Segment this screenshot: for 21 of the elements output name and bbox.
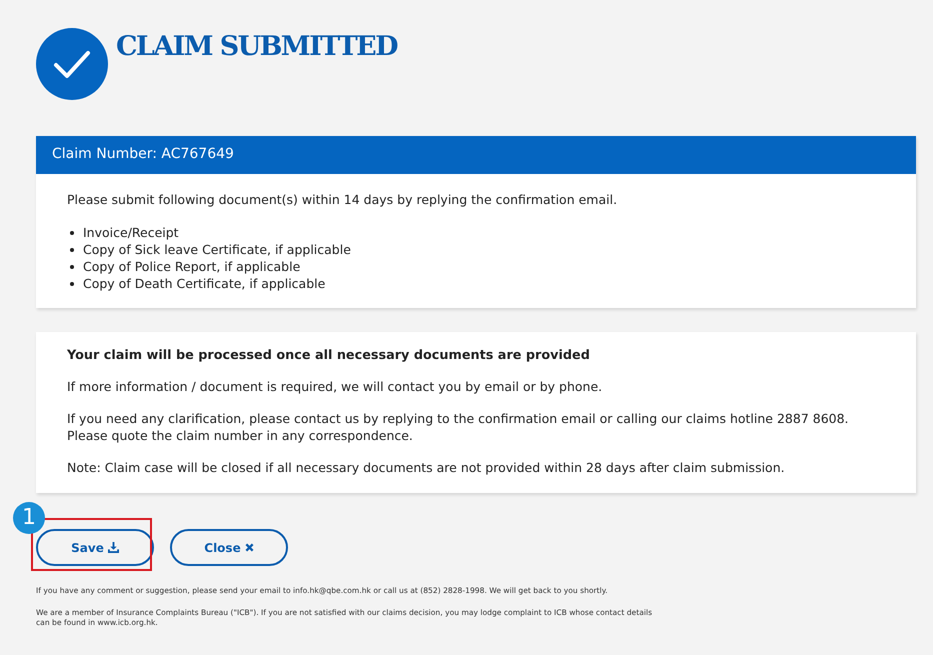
instruction-text: Please submit following document(s) within 14 days by replying the confirmation email. — [67, 192, 618, 207]
info-paragraph: If you need any clarification, please contact us by replying to the confirmation email or calling our claims hotline 2887 8608. Please quote the claim number in any correspondence. — [67, 410, 850, 444]
info-paragraph: Note: Claim case will be closed if all necessary documents are not provided within 28 days after claim submission. — [67, 459, 786, 476]
claim-number-header: Claim Number: AC767649 — [36, 136, 916, 174]
info-paragraph: If more information / document is required, we will contact you by email or by phone. — [67, 378, 604, 395]
info-heading: Your claim will be processed once all necessary documents are provided — [67, 348, 591, 363]
page-title: CLAIM SUBMITTED — [116, 30, 397, 64]
document-item: Copy of Sick leave Certificate, if applicable — [83, 242, 351, 257]
save-button[interactable]: Save — [36, 529, 154, 566]
callout-badge: 1 — [13, 502, 45, 534]
bullet-icon — [70, 282, 74, 286]
bullet-icon — [70, 264, 74, 268]
download-icon — [108, 542, 119, 553]
checkmark-icon — [36, 28, 108, 100]
bullet-icon — [70, 248, 74, 252]
document-item: Invoice/Receipt — [83, 225, 179, 240]
close-icon — [244, 543, 254, 552]
document-item: Copy of Police Report, if applicable — [83, 259, 300, 274]
document-item: Copy of Death Certificate, if applicable — [83, 276, 326, 291]
bullet-icon — [70, 230, 74, 234]
close-button[interactable]: Close — [170, 529, 288, 566]
